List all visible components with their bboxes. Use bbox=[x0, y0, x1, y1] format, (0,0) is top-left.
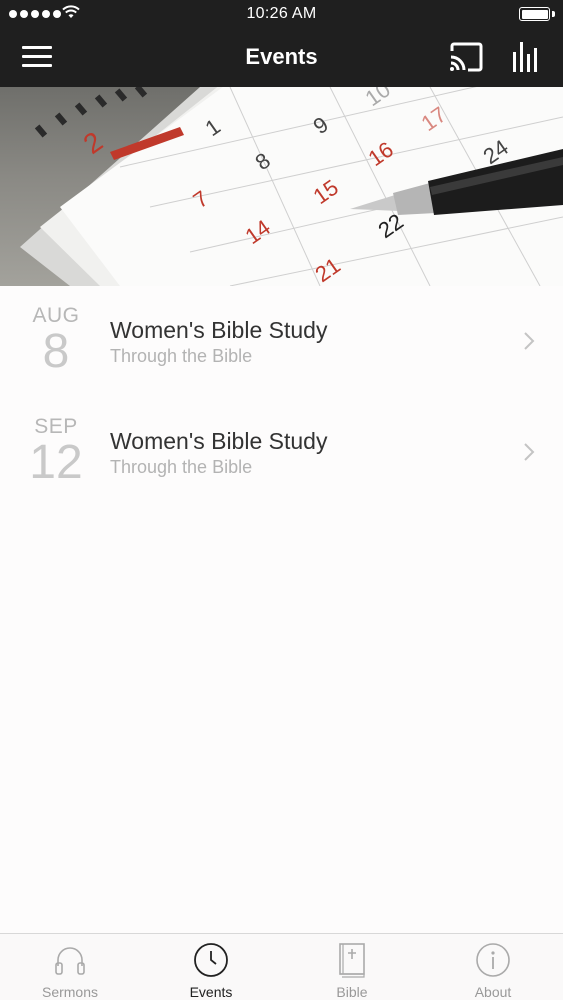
bar-chart-icon[interactable] bbox=[512, 40, 540, 72]
battery-icon bbox=[519, 7, 555, 21]
navigation-bar: Events bbox=[0, 28, 563, 87]
top-bar: 10:26 AM Events bbox=[0, 0, 563, 87]
tab-label: Sermons bbox=[41, 984, 99, 1000]
event-subtitle: Through the Bible bbox=[110, 457, 253, 477]
hero-calendar-image: 2 1 9 10 17 8 16 24 7 15 14 22 21 bbox=[0, 87, 563, 286]
event-title: Women's Bible Study bbox=[110, 317, 328, 343]
tab-label: Events bbox=[189, 984, 233, 1000]
event-day: 12 bbox=[29, 436, 83, 489]
event-subtitle: Through the Bible bbox=[110, 346, 253, 366]
clock-icon bbox=[194, 943, 228, 977]
tab-label: Bible bbox=[336, 984, 368, 1000]
tab-bible[interactable]: Bible bbox=[282, 934, 422, 1000]
bible-icon bbox=[339, 943, 365, 978]
chevron-right-icon bbox=[524, 332, 535, 350]
cast-icon[interactable] bbox=[449, 42, 483, 72]
status-time: 10:26 AM bbox=[246, 5, 317, 22]
tab-about[interactable]: About bbox=[423, 934, 563, 1000]
tab-bar: Sermons Events Bible About bbox=[0, 933, 563, 1000]
tab-events[interactable]: Events bbox=[141, 934, 281, 1000]
chevron-right-icon bbox=[524, 443, 535, 461]
status-bar: 10:26 AM bbox=[0, 0, 563, 28]
event-day: 8 bbox=[42, 325, 70, 378]
info-icon bbox=[476, 943, 510, 977]
tab-label: About bbox=[474, 984, 512, 1000]
event-title: Women's Bible Study bbox=[110, 428, 328, 454]
event-list-item[interactable]: SEP 12 Women's Bible Study Through the B… bbox=[0, 397, 563, 508]
calendar-photo-illustration: 2 1 9 10 17 8 16 24 7 15 14 22 21 bbox=[20, 87, 563, 286]
event-list-item[interactable]: AUG 8 Women's Bible Study Through the Bi… bbox=[0, 286, 563, 397]
tab-sermons[interactable]: Sermons bbox=[0, 934, 140, 1000]
headphones-icon bbox=[55, 947, 85, 975]
calendar-number: 2 bbox=[78, 126, 109, 160]
